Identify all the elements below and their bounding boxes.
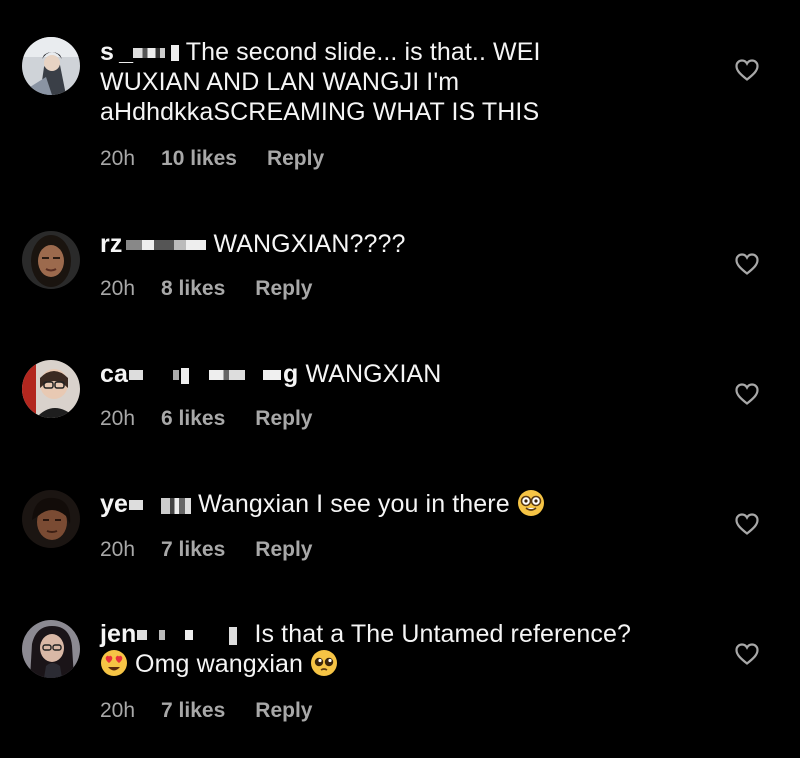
- username[interactable]: ye: [100, 490, 128, 518]
- reply-button[interactable]: Reply: [255, 406, 312, 432]
- heart-eyes-face-icon: [100, 649, 128, 677]
- redacted-username: [229, 627, 238, 645]
- redacted-username: [181, 368, 190, 384]
- comment-body-line: The second slide... is that.. WEI: [185, 38, 541, 66]
- comment-text: jen Is that a The Untamed reference? Omg…: [100, 619, 700, 679]
- avatar[interactable]: [22, 620, 80, 678]
- heart-icon[interactable]: [735, 253, 759, 275]
- redacted-username: [209, 370, 246, 380]
- avatar[interactable]: [22, 37, 80, 95]
- redacted-username: [161, 498, 192, 514]
- avatar[interactable]: [22, 360, 80, 418]
- reply-button[interactable]: Reply: [255, 276, 312, 302]
- redacted-username: [185, 630, 194, 640]
- redacted-username: [137, 630, 148, 640]
- avatar[interactable]: [22, 231, 80, 289]
- username[interactable]: ca: [100, 360, 128, 388]
- timestamp: 20h: [100, 699, 136, 722]
- avatar[interactable]: [22, 490, 80, 548]
- comment-body-line: WANGXIAN????: [213, 230, 406, 258]
- heart-icon[interactable]: [735, 59, 759, 81]
- likes-count[interactable]: 10 likes: [161, 146, 237, 172]
- nerd-face-icon: [517, 489, 545, 517]
- redacted-username: [173, 370, 180, 380]
- username[interactable]: jen: [100, 620, 136, 648]
- heart-icon[interactable]: [735, 513, 759, 535]
- timestamp: 20h: [100, 147, 136, 170]
- comment-meta: 20h 8 likes Reply: [100, 276, 312, 302]
- redacted-username: [129, 500, 144, 510]
- reply-button[interactable]: Reply: [267, 146, 324, 172]
- comment-body-line: Is that a The Untamed reference?: [254, 620, 632, 648]
- heart-icon[interactable]: [735, 383, 759, 405]
- reply-button[interactable]: Reply: [255, 537, 312, 563]
- comment-text: rz WANGXIAN????: [100, 229, 700, 259]
- username[interactable]: rz: [100, 230, 122, 258]
- timestamp: 20h: [100, 277, 136, 300]
- timestamp: 20h: [100, 538, 136, 561]
- comment-body-line: WANGXIAN: [305, 360, 442, 388]
- likes-count[interactable]: 6 likes: [161, 406, 225, 432]
- redacted-username: [171, 45, 180, 61]
- timestamp: 20h: [100, 407, 136, 430]
- comment-meta: 20h 7 likes Reply: [100, 537, 312, 563]
- comment-meta: 20h 7 likes Reply: [100, 698, 312, 724]
- redacted-username: [133, 48, 166, 58]
- redacted-username: [159, 630, 166, 640]
- likes-count[interactable]: 7 likes: [161, 698, 225, 724]
- comment-body-line: aHdhdkkaSCREAMING WHAT IS THIS: [100, 98, 540, 126]
- comment-text: s _ The second slide... is that.. WEI WU…: [100, 37, 700, 127]
- redacted-username: [126, 240, 207, 250]
- username[interactable]: s _: [100, 38, 133, 66]
- redacted-username: [129, 370, 144, 380]
- username-tail: g: [283, 360, 299, 388]
- pleading-face-icon: [310, 649, 338, 677]
- comment-text: ye Wangxian I see you in there: [100, 489, 700, 519]
- comment-text: ca g WANGXIAN: [100, 359, 700, 389]
- comment-body-line: Omg wangxian: [135, 650, 303, 678]
- comment-body-line: WUXIAN AND LAN WANGJI I'm: [100, 68, 460, 96]
- comment-meta: 20h 6 likes Reply: [100, 406, 312, 432]
- reply-button[interactable]: Reply: [255, 698, 312, 724]
- comment-meta: 20h 10 likes Reply: [100, 146, 324, 172]
- redacted-username: [263, 370, 282, 380]
- likes-count[interactable]: 8 likes: [161, 276, 225, 302]
- heart-icon[interactable]: [735, 643, 759, 665]
- comment-body-line: Wangxian I see you in there: [198, 490, 510, 518]
- likes-count[interactable]: 7 likes: [161, 537, 225, 563]
